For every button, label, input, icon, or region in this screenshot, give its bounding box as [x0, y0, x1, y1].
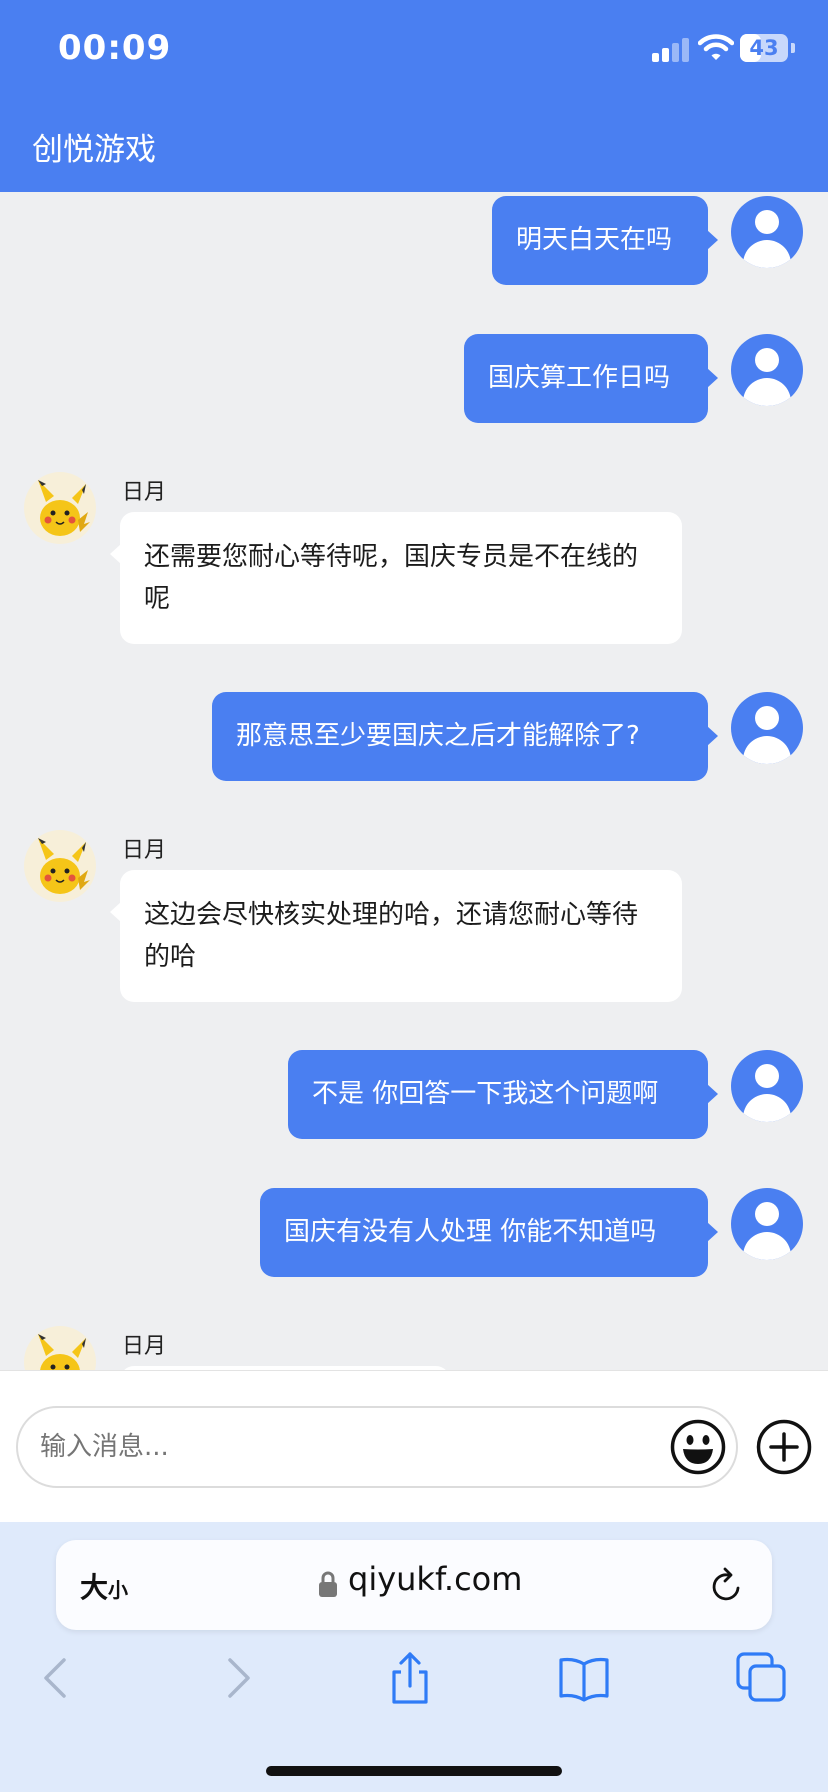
- url-text[interactable]: qiyukf.com: [348, 1560, 522, 1598]
- user-message-bubble[interactable]: 那意思至少要国庆之后才能解除了?: [212, 692, 718, 781]
- battery-tip: [791, 43, 795, 53]
- user-avatar[interactable]: [731, 1188, 803, 1260]
- user-message-bubble[interactable]: 国庆有没有人处理 你能不知道吗: [260, 1188, 718, 1277]
- address-bar[interactable]: 大小 qiyukf.com: [56, 1540, 772, 1630]
- reload-icon[interactable]: [708, 1566, 744, 1604]
- text-size-small: 小: [108, 1578, 129, 1602]
- user-message-bubble[interactable]: 国庆算工作日吗: [464, 334, 718, 423]
- lock-icon: [319, 1571, 337, 1597]
- tabs-icon[interactable]: [734, 1650, 790, 1706]
- emoji-icon[interactable]: [670, 1419, 726, 1475]
- page-title: 创悦游戏: [32, 132, 156, 168]
- header-bar: 00:09 43 创悦游戏: [0, 0, 828, 192]
- home-indicator: [266, 1766, 562, 1776]
- sender-name: 日月: [122, 480, 167, 505]
- sender-name: 日月: [122, 1334, 167, 1359]
- wifi-icon: [698, 34, 734, 60]
- message-text: 不是 你回答一下我这个问题啊: [312, 1079, 659, 1109]
- user-avatar[interactable]: [731, 334, 803, 406]
- forward-icon[interactable]: [208, 1650, 264, 1706]
- agent-message-bubble[interactable]: 还需要您耐心等待呢，国庆专员是不在线的呢: [110, 512, 682, 644]
- status-time: 00:09: [58, 28, 172, 68]
- message-input[interactable]: [40, 1408, 640, 1486]
- agent-avatar-pikachu-icon[interactable]: [24, 472, 96, 544]
- message-input-bar: [0, 1370, 828, 1523]
- message-input-container[interactable]: [16, 1406, 738, 1488]
- pikachu-icon: [38, 838, 90, 894]
- message-text: 国庆有没有人处理 你能不知道吗: [284, 1217, 657, 1247]
- back-icon[interactable]: [30, 1650, 86, 1706]
- cellular-signal-icon: [652, 36, 692, 62]
- chat-message-list[interactable]: 明天白天在吗 国庆算工作日吗 日月 还需要您耐心等待呢，国庆专员是不在线的呢 那…: [0, 192, 828, 1370]
- pikachu-icon: [38, 480, 90, 536]
- battery-percent: 43: [749, 36, 779, 60]
- battery-icon: 43: [740, 34, 788, 62]
- message-text: 明天白天在吗: [516, 225, 673, 255]
- agent-avatar-pikachu-icon[interactable]: [24, 830, 96, 902]
- user-avatar[interactable]: [731, 692, 803, 764]
- text-size-button[interactable]: 大小: [80, 1566, 128, 1606]
- message-text: 那意思至少要国庆之后才能解除了?: [236, 721, 640, 751]
- text-size-big: 大: [80, 1571, 109, 1604]
- agent-message-bubble[interactable]: 这边会尽快核实处理的哈，还请您耐心等待的哈: [110, 870, 682, 1002]
- browser-chrome: 大小 qiyukf.com: [0, 1522, 828, 1792]
- share-icon[interactable]: [382, 1650, 438, 1706]
- agent-avatar-pikachu-icon[interactable]: [24, 1326, 96, 1370]
- add-attachment-icon[interactable]: [756, 1419, 812, 1475]
- message-text: 国庆算工作日吗: [488, 363, 671, 393]
- message-text: 还需要您耐心等待呢，国庆专员是不在线的呢: [144, 542, 639, 614]
- sender-name: 日月: [122, 838, 167, 863]
- pikachu-icon: [38, 1334, 86, 1370]
- user-message-bubble[interactable]: 明天白天在吗: [492, 196, 718, 285]
- bookmarks-icon[interactable]: [556, 1650, 612, 1706]
- user-message-bubble[interactable]: 不是 你回答一下我这个问题啊: [288, 1050, 718, 1139]
- user-avatar[interactable]: [731, 1050, 803, 1122]
- user-avatar[interactable]: [731, 196, 803, 268]
- message-text: 这边会尽快核实处理的哈，还请您耐心等待的哈: [144, 900, 639, 972]
